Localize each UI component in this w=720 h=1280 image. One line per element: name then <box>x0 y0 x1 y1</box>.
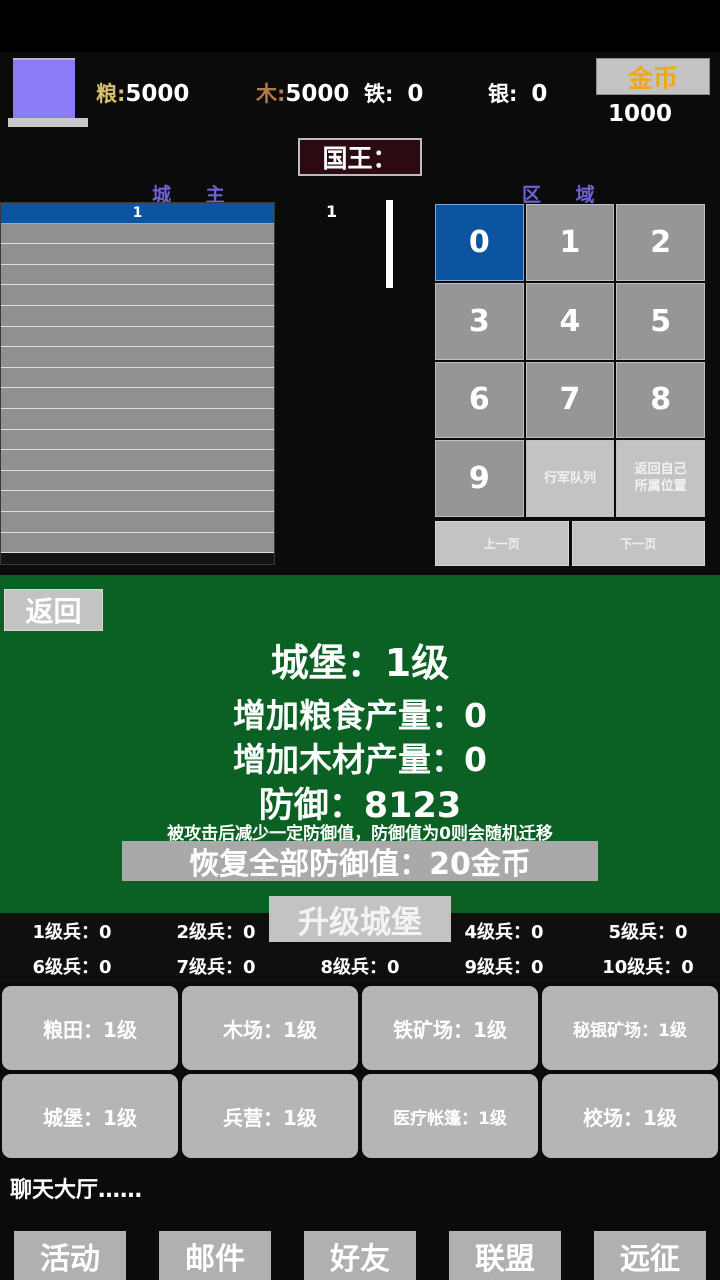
nav-button-好友[interactable]: 好友 <box>304 1231 416 1280</box>
city-lord-row[interactable] <box>1 326 274 348</box>
nav-button-活动[interactable]: 活动 <box>14 1231 126 1280</box>
nav-button-邮件[interactable]: 邮件 <box>159 1231 271 1280</box>
troop-count: 10级兵：0 <box>602 956 694 978</box>
chat-hall-label[interactable]: 聊天大厅…… <box>10 1172 142 1204</box>
resource-wood: 木:5000 <box>256 78 349 108</box>
region-cell-2[interactable]: 2 <box>616 204 705 281</box>
region-cell-3[interactable]: 3 <box>435 282 524 360</box>
city-lord-row[interactable] <box>1 388 274 409</box>
building-grid[interactable]: 粮田：1级 木场：1级 铁矿场：1级 秘银矿场：1级城堡：1级 兵营：1级 医疗帐篷：1级… <box>0 986 720 1158</box>
king-banner[interactable]: 国王： <box>298 138 422 176</box>
region-cell-8[interactable]: 8 <box>616 361 705 439</box>
next-page-button[interactable]: 下一页 <box>571 521 705 566</box>
region-cell-6[interactable]: 6 <box>435 361 524 439</box>
building-button[interactable]: 秘银矿场：1级 <box>542 986 718 1070</box>
resource-wood-value: 5000 <box>285 81 350 107</box>
troop-count: 4级兵：0 <box>464 921 544 943</box>
resource-bar: 粮:5000 木:5000 铁: 0 银: 0 <box>96 78 566 110</box>
wood-bonus-text: 增加木材产量：0 <box>233 740 487 779</box>
region-cell-0[interactable]: 0 <box>435 204 524 281</box>
nav-button-联盟[interactable]: 联盟 <box>449 1231 561 1280</box>
troop-count: 8级兵：0 <box>320 956 400 978</box>
back-button[interactable]: 返回 <box>4 589 103 631</box>
resource-silver-label: 银: <box>488 82 518 106</box>
city-lord-row[interactable]: 1 <box>1 203 274 224</box>
city-lord-row[interactable] <box>1 244 274 265</box>
resource-iron: 铁: 0 <box>364 78 423 108</box>
building-button[interactable]: 医疗帐篷：1级 <box>362 1074 538 1158</box>
troop-count: 9级兵：0 <box>464 956 544 978</box>
troop-row-2: 6级兵：0 7级兵：0 8级兵：0 9级兵：0 10级兵：0 <box>0 948 720 983</box>
building-button[interactable]: 铁矿场：1级 <box>362 986 538 1070</box>
city-lord-row[interactable] <box>1 470 274 492</box>
castle-level-text: 城堡：1级 <box>270 641 450 685</box>
resource-silver-value: 0 <box>531 81 548 107</box>
building-button[interactable]: 粮田：1级 <box>2 986 178 1070</box>
city-lord-row[interactable] <box>1 285 274 306</box>
troop-count: 6级兵：0 <box>32 956 112 978</box>
region-cell-5[interactable]: 5 <box>616 282 705 360</box>
region-grid[interactable]: 0 1 2 3 4 5 6 7 8 9 行军队列 返回自己 所属位置 <box>435 204 705 517</box>
city-lord-row[interactable] <box>1 223 274 245</box>
avatar-portrait <box>13 58 75 118</box>
city-lord-row[interactable] <box>1 347 274 368</box>
building-button[interactable]: 校场：1级 <box>542 1074 718 1158</box>
bottom-nav[interactable]: 活动 邮件 好友 联盟 远征 <box>0 1231 720 1280</box>
status-bar <box>0 0 720 52</box>
march-queue-button[interactable]: 行军队列 <box>525 440 615 517</box>
city-lord-row[interactable] <box>1 429 274 451</box>
resource-grain-value: 5000 <box>125 81 190 107</box>
region-pager: 上一页 下一页 <box>435 521 705 566</box>
building-button[interactable]: 兵营：1级 <box>182 1074 358 1158</box>
region-caption: 区 域 <box>522 184 609 206</box>
troop-count: 1级兵：0 <box>32 921 112 943</box>
resource-grain-label: 粮: <box>96 82 126 106</box>
troop-count: 7级兵：0 <box>176 956 256 978</box>
resource-iron-value: 0 <box>407 81 424 107</box>
region-cell-9[interactable]: 9 <box>435 440 524 517</box>
prev-page-button[interactable]: 上一页 <box>435 521 569 566</box>
region-cell-4[interactable]: 4 <box>525 282 615 360</box>
city-lord-row[interactable] <box>1 264 274 286</box>
upgrade-castle-button[interactable]: 升级城堡 <box>269 896 451 942</box>
resource-silver: 银: 0 <box>488 78 547 108</box>
city-lord-row[interactable] <box>1 367 274 389</box>
resource-wood-label: 木: <box>256 82 286 106</box>
gold-button[interactable]: 金币 <box>596 58 710 95</box>
city-lord-row[interactable] <box>1 408 274 430</box>
middle-count-label: 1 <box>326 202 338 221</box>
food-bonus-text: 增加粮食产量：0 <box>233 696 487 735</box>
city-lord-row[interactable] <box>1 532 274 554</box>
restore-defense-button[interactable]: 恢复全部防御值：20金币 <box>122 841 598 882</box>
city-lord-list[interactable]: 1 <box>0 202 275 565</box>
city-lord-row[interactable] <box>1 511 274 533</box>
troop-count: 5级兵：0 <box>608 921 688 943</box>
resource-grain: 粮:5000 <box>96 78 189 108</box>
game-screen: 粮:5000 木:5000 铁: 0 银: 0 金币 1000 国王： 城 主 区 … <box>0 0 720 1280</box>
city-lord-row[interactable] <box>1 491 274 512</box>
troop-count: 2级兵：0 <box>176 921 256 943</box>
building-button[interactable]: 城堡：1级 <box>2 1074 178 1158</box>
resource-iron-label: 铁: <box>364 82 394 106</box>
region-cell-1[interactable]: 1 <box>525 204 615 281</box>
city-lord-row[interactable] <box>1 305 274 327</box>
building-button[interactable]: 木场：1级 <box>182 986 358 1070</box>
gold-count: 1000 <box>607 101 672 127</box>
return-home-button[interactable]: 返回自己 所属位置 <box>616 440 705 517</box>
avatar-base <box>8 118 88 127</box>
city-lord-row[interactable] <box>1 450 274 471</box>
avatar[interactable] <box>8 58 88 130</box>
region-cell-7[interactable]: 7 <box>525 361 615 439</box>
list-scrollbar[interactable] <box>386 200 393 288</box>
nav-button-远征[interactable]: 远征 <box>594 1231 706 1280</box>
